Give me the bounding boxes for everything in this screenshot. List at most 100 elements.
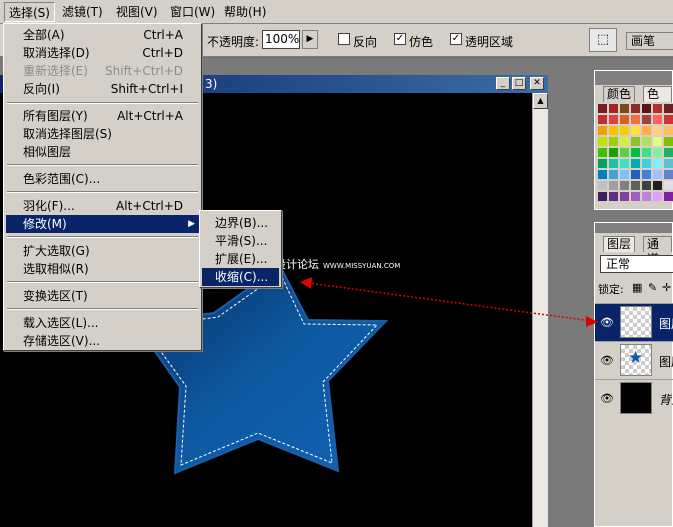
menu-item-grow[interactable]: 扩大选取(G) [6,242,199,260]
color-swatch[interactable] [641,169,652,180]
color-swatch[interactable] [663,180,673,191]
color-swatch[interactable] [619,147,630,158]
vertical-scrollbar[interactable]: ▲ [532,93,548,527]
color-swatch[interactable] [597,158,608,169]
lock-move-icon[interactable]: ✛ [662,281,671,294]
eye-icon[interactable]: 👁 [599,316,615,330]
color-swatch[interactable] [619,136,630,147]
color-swatch[interactable] [619,114,630,125]
minimize-button[interactable]: _ [496,77,510,90]
color-swatch[interactable] [663,158,673,169]
color-swatch[interactable] [652,158,663,169]
color-swatch[interactable] [641,180,652,191]
color-swatch[interactable] [630,147,641,158]
color-swatch[interactable] [608,125,619,136]
menu-view[interactable]: 视图(V) [112,2,162,22]
menu-item-save-selection[interactable]: 存储选区(V)... [6,332,199,350]
color-swatch[interactable] [597,180,608,191]
color-swatch[interactable] [597,103,608,114]
color-swatch[interactable] [641,103,652,114]
color-swatch[interactable] [652,136,663,147]
color-swatch[interactable] [608,180,619,191]
color-swatch[interactable] [597,191,608,202]
color-swatch[interactable] [597,114,608,125]
color-swatch[interactable] [630,180,641,191]
opacity-slider-arrow[interactable]: ▶ [302,30,318,49]
color-swatch[interactable] [652,169,663,180]
color-swatch[interactable] [641,191,652,202]
color-swatch[interactable] [630,169,641,180]
tab-layers[interactable]: 图层 [603,236,636,252]
submenu-item-expand[interactable]: 扩展(E)... [202,250,279,268]
color-panel-header[interactable] [595,71,672,85]
color-swatch[interactable] [608,158,619,169]
menu-item-load-selection[interactable]: 载入选区(L)... [6,314,199,332]
tab-color[interactable]: 颜色 [603,86,636,102]
lock-transparent-icon[interactable]: ▦ [632,281,642,294]
tab-swatches[interactable]: 色板 [643,86,672,116]
color-swatch[interactable] [630,158,641,169]
menu-select[interactable]: 选择(S) [4,2,55,22]
color-swatch[interactable] [597,125,608,136]
menu-item-color-range[interactable]: 色彩范围(C)... [6,170,199,188]
menu-item-similar[interactable]: 选取相似(R) [6,260,199,278]
menu-filter[interactable]: 滤镜(T) [58,2,107,22]
layer-row[interactable]: 👁 背景 [595,379,673,417]
color-swatch[interactable] [619,191,630,202]
submenu-item-border[interactable]: 边界(B)... [202,214,279,232]
color-swatch[interactable] [619,180,630,191]
color-swatch[interactable] [630,103,641,114]
color-swatch[interactable] [619,169,630,180]
menu-item-modify[interactable]: 修改(M) ▶ [6,215,199,233]
color-swatch[interactable] [663,147,673,158]
menu-item-transform-selection[interactable]: 变换选区(T) [6,287,199,305]
eye-icon[interactable]: 👁 [599,392,615,406]
color-swatch[interactable] [608,103,619,114]
color-swatch[interactable] [619,125,630,136]
color-swatch[interactable] [619,158,630,169]
color-swatch[interactable] [630,114,641,125]
swatch-grid[interactable] [597,103,673,207]
color-swatch[interactable] [641,136,652,147]
menu-item-all[interactable]: 全部(A) Ctrl+A [6,26,199,44]
blend-mode-select[interactable]: 正常 [600,255,673,273]
color-swatch[interactable] [652,191,663,202]
tab-channels[interactable]: 通道 [643,236,672,266]
opacity-input[interactable]: 100% [262,30,300,49]
color-swatch[interactable] [608,114,619,125]
submenu-item-contract[interactable]: 收缩(C)... [202,268,279,286]
color-swatch[interactable] [652,180,663,191]
color-swatch[interactable] [663,191,673,202]
color-swatch[interactable] [630,191,641,202]
color-swatch[interactable] [608,136,619,147]
maximize-button[interactable]: □ [512,77,526,90]
color-swatch[interactable] [597,147,608,158]
color-swatch[interactable] [652,114,663,125]
color-swatch[interactable] [652,103,663,114]
color-swatch[interactable] [641,158,652,169]
menu-item-similar-layers[interactable]: 相似图层 [6,143,199,161]
color-swatch[interactable] [630,136,641,147]
menu-help[interactable]: 帮助(H) [220,2,270,22]
menu-item-all-layers[interactable]: 所有图层(Y) Alt+Ctrl+A [6,107,199,125]
menu-window[interactable]: 窗口(W) [166,2,219,22]
color-swatch[interactable] [597,169,608,180]
color-swatch[interactable] [663,125,673,136]
transparency-checkbox[interactable]: ✓ [450,33,462,45]
reverse-checkbox[interactable] [338,33,350,45]
color-swatch[interactable] [641,125,652,136]
color-swatch[interactable] [608,191,619,202]
dither-checkbox[interactable]: ✓ [394,33,406,45]
layer-row[interactable]: 👁 ★ 图层 [595,341,673,379]
color-swatch[interactable] [619,103,630,114]
menu-item-inverse[interactable]: 反向(I) Shift+Ctrl+I [6,80,199,98]
color-swatch[interactable] [663,103,673,114]
scroll-up-button[interactable]: ▲ [533,93,548,109]
layers-panel-header[interactable] [595,223,672,233]
color-swatch[interactable] [608,147,619,158]
layer-row[interactable]: 👁 图层 [595,303,673,341]
tool-preset-icon[interactable]: ⬚ [589,28,617,52]
close-button[interactable]: ✕ [530,77,544,90]
menu-item-feather[interactable]: 羽化(F)... Alt+Ctrl+D [6,197,199,215]
color-swatch[interactable] [641,114,652,125]
